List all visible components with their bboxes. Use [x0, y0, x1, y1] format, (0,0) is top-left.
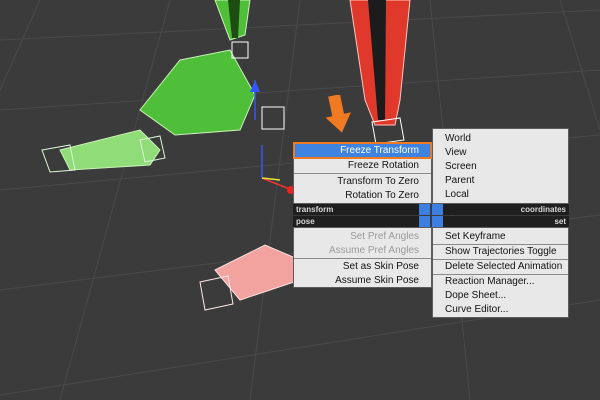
- quad-selector-bottom-right[interactable]: [432, 216, 443, 227]
- green-mid-bone: [139, 49, 256, 136]
- quad-left-top: Freeze Transform Freeze Rotation Transfo…: [293, 142, 432, 204]
- quad-left-bottom: Set Pref Angles Assume Pref Angles Set a…: [293, 227, 432, 288]
- grid-line: [0, 69, 600, 111]
- grid-line: [59, 0, 171, 400]
- annotation-arrow-icon: [325, 95, 351, 133]
- menu-item-screen[interactable]: Screen: [433, 159, 568, 174]
- grid-line: [559, 0, 600, 131]
- gizmo-box: [261, 106, 285, 130]
- menu-item-dope-sheet[interactable]: Dope Sheet...: [433, 288, 568, 303]
- menu-item-reaction-manager[interactable]: Reaction Manager...: [433, 274, 568, 289]
- quad-label-pose-text: pose: [296, 217, 315, 226]
- quad-label-transform: transform: [293, 204, 419, 215]
- menu-item-transform-to-zero[interactable]: Transform To Zero: [294, 174, 431, 189]
- quad-selector-bottom-left[interactable]: [419, 216, 430, 227]
- menu-item-local[interactable]: Local: [433, 187, 568, 202]
- quad-label-set-text: set: [554, 217, 566, 226]
- red-bone-model: [349, 0, 411, 145]
- grid-line: [0, 9, 600, 41]
- quad-right-bottom: Set Keyframe Show Trajectories Toggle De…: [432, 227, 569, 318]
- green-bone-model: [41, 0, 256, 173]
- quad-selector-top-right[interactable]: [432, 204, 443, 215]
- pink-foot-bone: [214, 244, 301, 301]
- menu-item-assume-pref-angles: Assume Pref Angles: [328, 245, 419, 256]
- quad-selector-top-left[interactable]: [419, 204, 430, 215]
- menu-item-world[interactable]: World: [433, 131, 568, 146]
- 3d-viewport[interactable]: Freeze Transform Freeze Rotation Transfo…: [0, 0, 600, 400]
- menu-item-freeze-rotation[interactable]: Freeze Rotation: [294, 158, 431, 173]
- gizmo-z-arrow: [250, 80, 260, 92]
- green-joint-box: [231, 41, 249, 59]
- pink-bone-model: [199, 244, 301, 311]
- arrow-shape: [325, 95, 351, 133]
- menu-item-set-as-skin-pose[interactable]: Set as Skin Pose: [294, 259, 431, 274]
- quad-right-top: World View Screen Parent Local: [432, 128, 569, 204]
- quad-label-pose: pose: [293, 216, 419, 227]
- menu-item-freeze-transform[interactable]: Freeze Transform: [293, 142, 432, 159]
- menu-item-view[interactable]: View: [433, 145, 568, 160]
- menu-item-curve-editor[interactable]: Curve Editor...: [433, 302, 568, 317]
- menu-item-delete-selected-animation[interactable]: Delete Selected Animation: [433, 259, 568, 274]
- menu-item-set-pref-angles: Set Pref Angles: [350, 231, 419, 242]
- menu-item-rotation-to-zero[interactable]: Rotation To Zero: [294, 188, 431, 203]
- grid-line: [0, 0, 41, 91]
- menu-item-assume-skin-pose[interactable]: Assume Skin Pose: [294, 273, 431, 288]
- quad-label-transform-text: transform: [296, 205, 334, 214]
- quad-label-coordinates-text: coordinates: [520, 205, 566, 214]
- menu-item-parent[interactable]: Parent: [433, 173, 568, 188]
- quad-label-coordinates: coordinates: [443, 204, 569, 215]
- menu-item-show-trajectories-toggle[interactable]: Show Trajectories Toggle: [433, 244, 568, 259]
- green-foot-bone: [59, 129, 161, 171]
- menu-item-set-keyframe[interactable]: Set Keyframe: [433, 229, 568, 244]
- quad-label-set: set: [443, 216, 569, 227]
